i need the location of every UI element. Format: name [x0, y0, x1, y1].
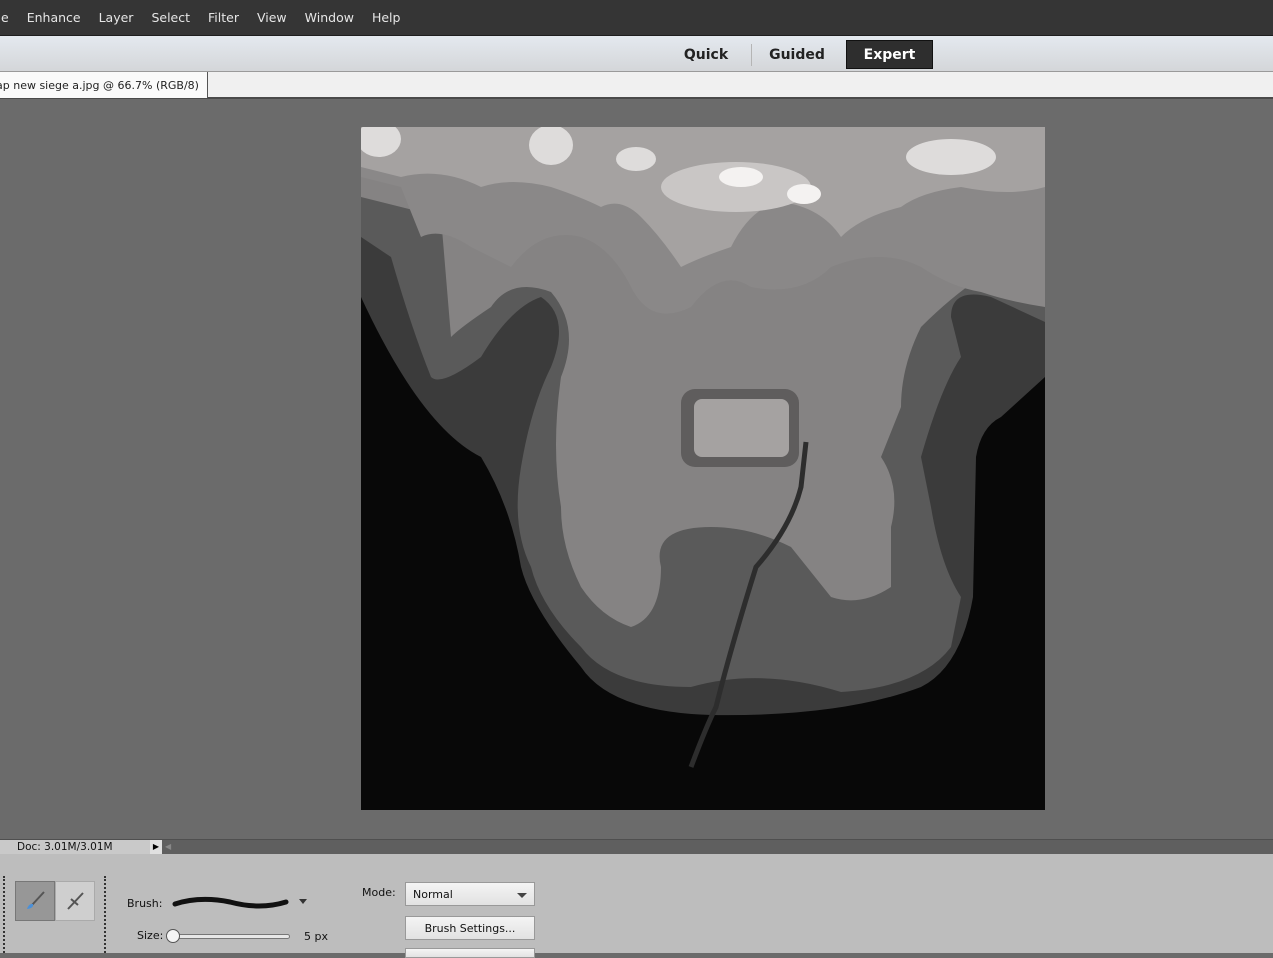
mode-bar: Quick Guided Expert	[0, 36, 1273, 72]
brush-dropdown-arrow-icon[interactable]	[299, 899, 307, 904]
menu-filter[interactable]: Filter	[199, 10, 248, 25]
menu-enhance[interactable]: Enhance	[18, 10, 90, 25]
brush-settings-button[interactable]: Brush Settings...	[405, 916, 535, 940]
divider	[104, 876, 106, 953]
menu-bar: e Enhance Layer Select Filter View Windo…	[0, 0, 1273, 36]
size-slider[interactable]	[168, 934, 290, 939]
mode-select[interactable]: Normal	[405, 882, 535, 906]
impressionist-brush-tool-button[interactable]	[55, 881, 95, 921]
divider	[3, 876, 5, 953]
mode-expert-button[interactable]: Expert	[846, 40, 933, 69]
menu-file[interactable]: e	[0, 10, 18, 25]
size-value: 5 px	[304, 930, 328, 943]
document-image	[357, 121, 1045, 768]
menu-select[interactable]: Select	[142, 10, 199, 25]
close-icon[interactable]: ×	[206, 79, 207, 92]
brush-tool-button[interactable]	[15, 881, 55, 921]
document-tab[interactable]: ap new siege a.jpg @ 66.7% (RGB/8) ×	[0, 72, 208, 98]
size-slider-thumb[interactable]	[166, 929, 180, 943]
menu-view[interactable]: View	[248, 10, 296, 25]
chevron-down-icon	[517, 893, 527, 898]
document-tab-bar: ap new siege a.jpg @ 66.7% (RGB/8) ×	[0, 72, 1273, 99]
menu-window[interactable]: Window	[296, 10, 363, 25]
status-menu-arrow-icon[interactable]: ▶	[150, 840, 162, 854]
brush-icon	[27, 891, 45, 909]
scroll-left-arrow-icon[interactable]: ◀	[165, 840, 171, 854]
divider	[751, 44, 752, 66]
size-label: Size:	[137, 929, 164, 942]
image-canvas[interactable]	[357, 121, 1045, 810]
status-bar: Doc: 3.01M/3.01M ▶ ◀	[0, 839, 1273, 854]
menu-help[interactable]: Help	[363, 10, 410, 25]
mode-guided-button[interactable]: Guided	[755, 40, 839, 69]
impressionist-brush-icon	[67, 892, 84, 910]
menu-layer[interactable]: Layer	[90, 10, 143, 25]
mode-select-value: Normal	[413, 887, 453, 901]
mode-label: Mode:	[362, 886, 396, 899]
document-tab-title: ap new siege a.jpg @ 66.7% (RGB/8)	[0, 78, 199, 92]
tablet-settings-button[interactable]	[405, 948, 535, 958]
brush-label: Brush:	[127, 897, 163, 910]
mode-quick-button[interactable]: Quick	[670, 40, 742, 69]
brush-preset-picker[interactable]	[170, 894, 292, 912]
doc-size-info: Doc: 3.01M/3.01M	[0, 840, 150, 854]
tool-options-panel: Brush: Size: 5 px Mode: Normal Brush Set…	[0, 854, 1273, 958]
